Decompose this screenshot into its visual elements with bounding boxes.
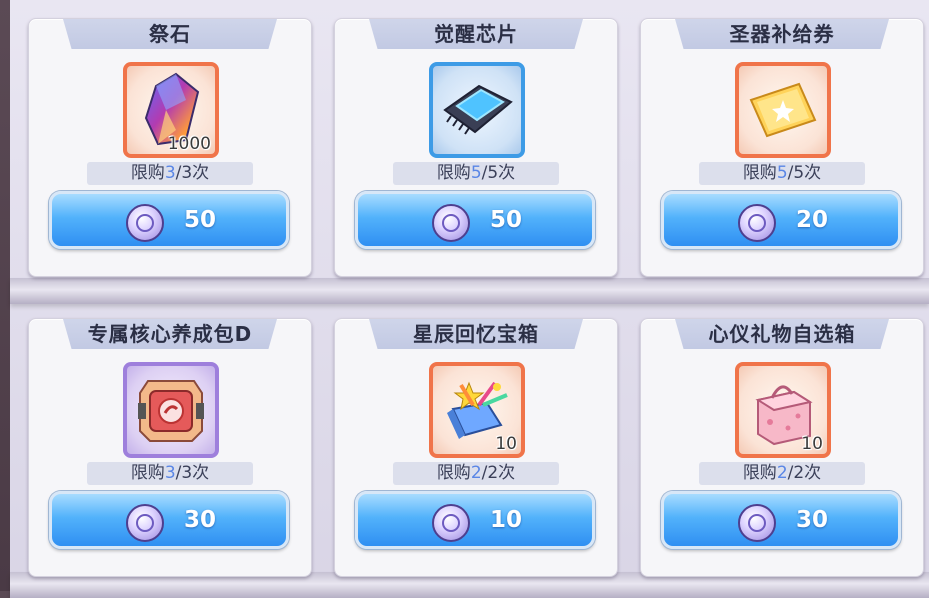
item-icon-frame[interactable]: 1000 (123, 62, 219, 158)
shop-item-card[interactable]: 心仪礼物自选箱 10 限购2/2次 30 (640, 318, 924, 577)
price-value: 50 (490, 207, 523, 233)
item-icon-frame[interactable]: 10 (735, 362, 831, 458)
item-quantity: 1000 (167, 134, 211, 154)
buy-button[interactable]: 50 (355, 191, 595, 249)
coin-icon (432, 204, 470, 242)
shop-item-card[interactable]: 专属核心养成包D 限购3/3次 30 (28, 318, 312, 577)
price-value: 30 (796, 507, 829, 533)
buy-button[interactable]: 30 (661, 491, 901, 549)
item-name: 星辰回忆宝箱 (369, 319, 583, 349)
purchase-limit: 限购2/2次 (699, 462, 865, 485)
item-name: 圣器补给券 (675, 19, 889, 49)
item-name: 觉醒芯片 (369, 19, 583, 49)
coin-icon (738, 504, 776, 542)
item-quantity: 10 (495, 434, 517, 454)
buy-button[interactable]: 20 (661, 191, 901, 249)
coin-icon (126, 504, 164, 542)
purchase-limit: 限购3/3次 (87, 462, 253, 485)
chip-icon (443, 84, 513, 135)
price-value: 10 (490, 507, 523, 533)
purchase-limit: 限购5/5次 (699, 162, 865, 185)
item-name: 专属核心养成包D (63, 319, 277, 349)
price-value: 50 (184, 207, 217, 233)
item-icon-frame[interactable] (735, 62, 831, 158)
shop-item-card[interactable]: 圣器补给券 限购5/5次 20 (640, 18, 924, 277)
item-name: 祭石 (63, 19, 277, 49)
shelf-ledge (10, 278, 929, 304)
purchase-limit: 限购3/3次 (87, 162, 253, 185)
shop-item-card[interactable]: 觉醒芯片 限购5/5次 50 (334, 18, 618, 277)
purchase-limit: 限购5/5次 (393, 162, 559, 185)
ticket-icon (749, 82, 817, 138)
coin-icon (738, 204, 776, 242)
item-icon-frame[interactable]: 10 (429, 362, 525, 458)
core-pack-icon (138, 380, 204, 442)
shop-item-card[interactable]: 祭石 1000 限购3/3次 50 (28, 18, 312, 277)
coin-icon (126, 204, 164, 242)
item-name: 心仪礼物自选箱 (675, 319, 889, 349)
coin-icon (432, 504, 470, 542)
item-icon-frame[interactable] (123, 362, 219, 458)
shop-item-card[interactable]: 星辰回忆宝箱 10 限购2/2次 10 (334, 318, 618, 577)
purchase-limit: 限购2/2次 (393, 462, 559, 485)
price-value: 30 (184, 507, 217, 533)
item-icon-frame[interactable] (429, 62, 525, 158)
buy-button[interactable]: 50 (49, 191, 289, 249)
item-quantity: 10 (801, 434, 823, 454)
buy-button[interactable]: 30 (49, 491, 289, 549)
buy-button[interactable]: 10 (355, 491, 595, 549)
price-value: 20 (796, 207, 829, 233)
